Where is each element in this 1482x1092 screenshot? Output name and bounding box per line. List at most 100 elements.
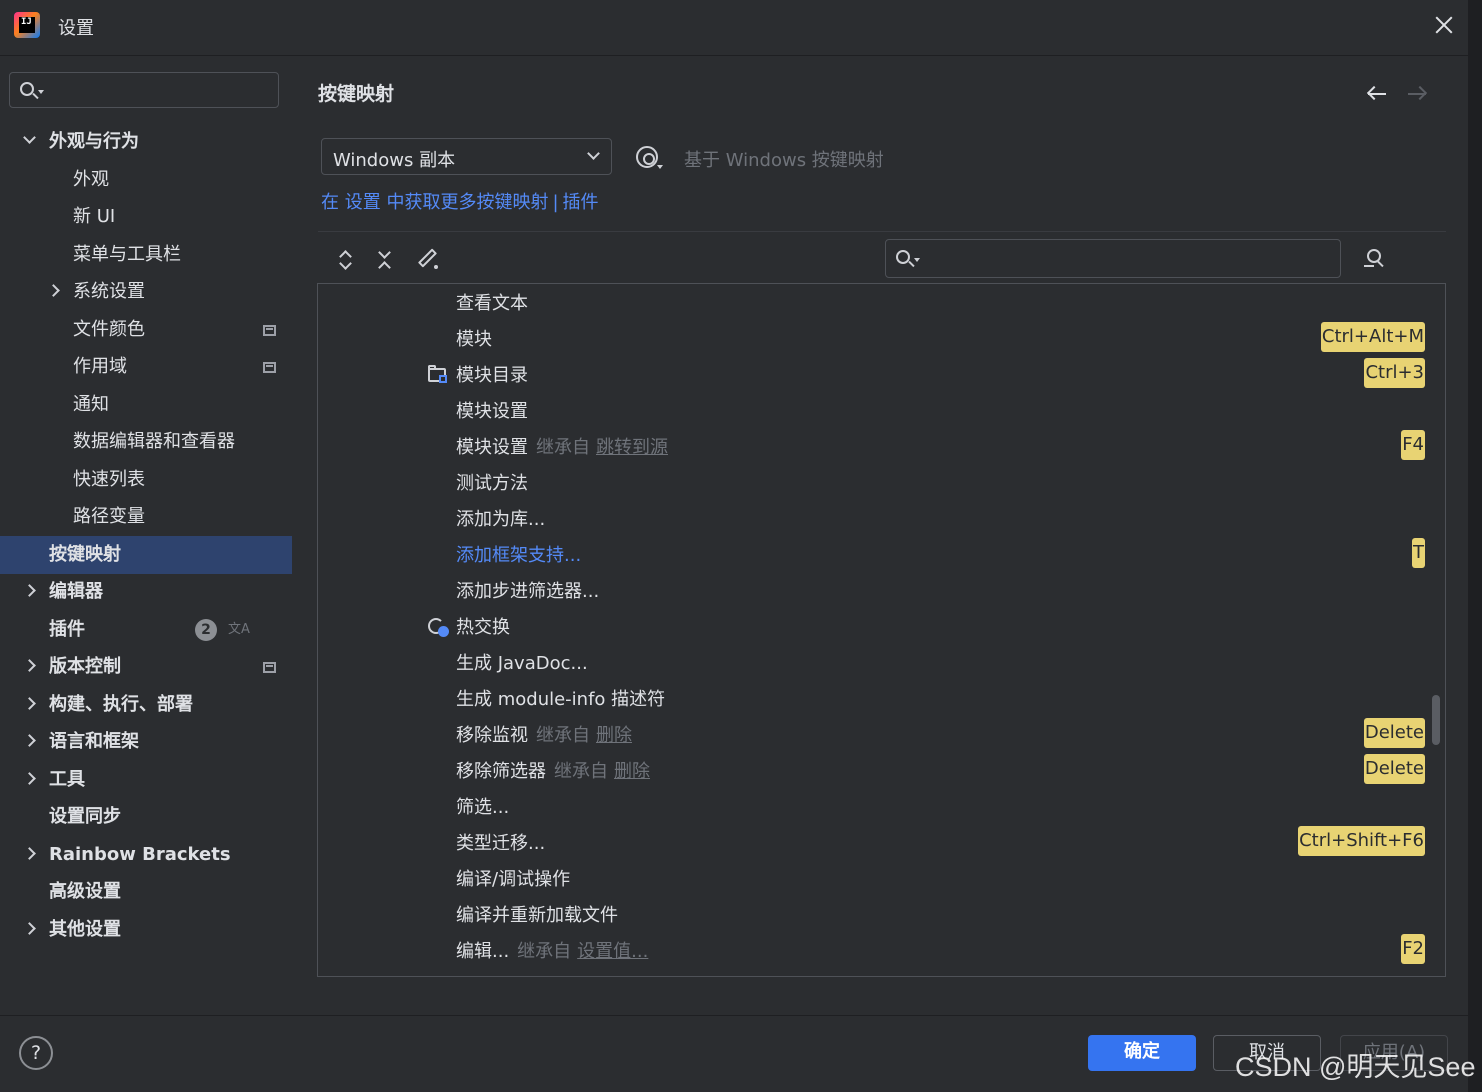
action-name: 生成 module-info 描述符	[456, 685, 665, 711]
chevron-right-icon[interactable]	[23, 696, 36, 710]
action-label: 编译/调试操作	[456, 869, 571, 890]
action-row[interactable]: 编辑... 继承自 设置值... F2	[318, 932, 1445, 968]
ok-button[interactable]: 确定	[1088, 1035, 1196, 1071]
action-name: 筛选...	[456, 793, 509, 819]
sidebar-item-label: 外观	[73, 168, 109, 190]
action-row[interactable]: 筛选...	[318, 788, 1445, 824]
action-name: 编辑... 继承自 设置值...	[456, 937, 648, 963]
inherited-action-link[interactable]: 跳转到源	[596, 437, 668, 458]
find-by-shortcut-icon[interactable]	[1364, 248, 1388, 270]
chevron-right-icon[interactable]	[23, 659, 36, 672]
action-row[interactable]: 模块设置 继承自 跳转到源 F4	[318, 428, 1445, 464]
chevron-right-icon[interactable]	[47, 284, 60, 297]
expand-all-icon[interactable]	[336, 248, 358, 272]
action-row[interactable]: 生成 JavaDoc...	[318, 644, 1445, 680]
edit-shortcut-icon[interactable]	[416, 248, 438, 272]
sidebar-item[interactable]: 按键映射	[0, 535, 292, 574]
action-name: 移除监视 继承自 删除	[456, 721, 632, 747]
sidebar-item[interactable]: 构建、执行、部署	[0, 686, 292, 724]
chevron-right-icon[interactable]	[23, 921, 36, 935]
more-keymaps-link[interactable]: 在 设置 中获取更多按键映射	[321, 192, 548, 213]
inherited-from: 继承自 跳转到源	[536, 437, 668, 458]
forward-arrow-icon[interactable]	[1406, 84, 1428, 104]
sidebar-item[interactable]: 语言和框架	[0, 723, 292, 761]
action-label: 编辑...	[456, 941, 510, 962]
inherited-label: 继承自	[517, 941, 572, 962]
chevron-right-icon[interactable]	[23, 734, 36, 747]
back-arrow-icon[interactable]	[1366, 84, 1388, 104]
sidebar-item-label: 设置同步	[49, 806, 121, 827]
action-row[interactable]: 移除监视 继承自 删除 Delete	[318, 716, 1445, 752]
sidebar-item[interactable]: 设置同步	[0, 798, 292, 836]
action-label: 查看文本	[456, 293, 528, 314]
action-row[interactable]: 编译并重新加载文件	[318, 896, 1445, 932]
sidebar-item[interactable]: 其他设置	[0, 911, 292, 949]
sidebar-item[interactable]: 快速列表	[0, 461, 292, 499]
sidebar-item[interactable]: Rainbow Brackets	[0, 836, 292, 874]
action-row[interactable]: 生成 module-info 描述符	[318, 680, 1445, 716]
action-search-input[interactable]	[885, 239, 1341, 278]
inherited-label: 继承自	[536, 725, 590, 746]
inherited-action-link[interactable]: 设置值...	[577, 941, 648, 962]
close-icon[interactable]	[1430, 12, 1458, 40]
action-row[interactable]: 模块目录 Ctrl+3	[318, 356, 1445, 392]
action-row[interactable]: 类型迁移... Ctrl+Shift+F6	[318, 824, 1445, 860]
action-row[interactable]: 添加为库...	[318, 500, 1445, 536]
plugins-link[interactable]: 插件	[563, 192, 599, 213]
action-name: 添加为库...	[456, 505, 545, 531]
sidebar-item[interactable]: 作用域	[0, 348, 292, 386]
chevron-right-icon[interactable]	[23, 771, 36, 785]
action-label: 模块	[456, 329, 492, 350]
sidebar-item[interactable]: 高级设置	[0, 873, 292, 911]
sidebar-item[interactable]: 版本控制	[0, 648, 292, 686]
inherited-action-link[interactable]: 删除	[614, 761, 650, 782]
action-row[interactable]: 模块设置	[318, 392, 1445, 428]
sidebar-item[interactable]: 外观	[0, 161, 292, 199]
action-row[interactable]: 查看文本	[318, 284, 1445, 320]
sidebar-item-label: 高级设置	[49, 881, 121, 902]
keymap-dropdown[interactable]: Windows 副本	[321, 138, 612, 175]
sidebar-item[interactable]: 插件 2 文A	[0, 611, 292, 649]
action-name: 编译/调试操作	[456, 865, 570, 891]
sidebar-item[interactable]: 新 UI	[0, 198, 292, 236]
action-name: 生成 JavaDoc...	[456, 649, 588, 675]
chevron-down-icon[interactable]	[23, 131, 36, 144]
sidebar-item[interactable]: 工具	[0, 761, 292, 799]
shortcut-badge: T	[1412, 538, 1425, 568]
sidebar-item[interactable]: 路径变量	[0, 498, 292, 536]
help-button[interactable]: ?	[19, 1036, 53, 1070]
action-name: 模块设置 继承自 跳转到源	[456, 433, 668, 459]
chevron-down-icon	[587, 147, 600, 160]
sidebar-item-label: 版本控制	[49, 656, 121, 677]
sidebar-item[interactable]: 通知	[0, 386, 292, 424]
sidebar-item[interactable]: 数据编辑器和查看器	[0, 423, 292, 461]
action-name: 添加框架支持...	[456, 541, 581, 567]
window-title: 设置	[58, 18, 94, 39]
action-row[interactable]: 添加框架支持... T	[318, 536, 1445, 572]
chevron-right-icon[interactable]	[23, 584, 36, 597]
sidebar-item-label: 其他设置	[49, 918, 121, 940]
action-row[interactable]: 热交换	[318, 608, 1445, 644]
action-row[interactable]: 添加步进筛选器...	[318, 572, 1445, 608]
translate-icon: 文A	[228, 621, 250, 637]
project-level-icon	[263, 324, 276, 336]
sidebar-item[interactable]: 外观与行为	[0, 123, 292, 161]
search-icon	[896, 250, 910, 264]
settings-search-input[interactable]	[9, 72, 279, 108]
action-row[interactable]: 移除筛选器 继承自 删除 Delete	[318, 752, 1445, 788]
sidebar-item[interactable]: 文件颜色	[0, 311, 292, 349]
action-row[interactable]: 编译/调试操作	[318, 860, 1445, 896]
sidebar-item[interactable]: 菜单与工具栏	[0, 236, 292, 274]
collapse-all-icon[interactable]	[375, 246, 397, 274]
inherited-action-link[interactable]: 删除	[596, 725, 632, 746]
sidebar-item[interactable]: 系统设置	[0, 273, 292, 311]
action-label: 热交换	[456, 617, 510, 638]
sidebar-item[interactable]: 编辑器	[0, 573, 292, 611]
sidebar-item-label: 路径变量	[73, 506, 145, 527]
action-label: 添加框架支持...	[456, 545, 582, 566]
gear-icon[interactable]	[636, 146, 663, 169]
action-row[interactable]: 测试方法	[318, 464, 1445, 500]
chevron-right-icon[interactable]	[23, 846, 36, 860]
sidebar-item-label: 编辑器	[49, 581, 103, 602]
action-row[interactable]: 模块 Ctrl+Alt+M	[318, 320, 1445, 356]
